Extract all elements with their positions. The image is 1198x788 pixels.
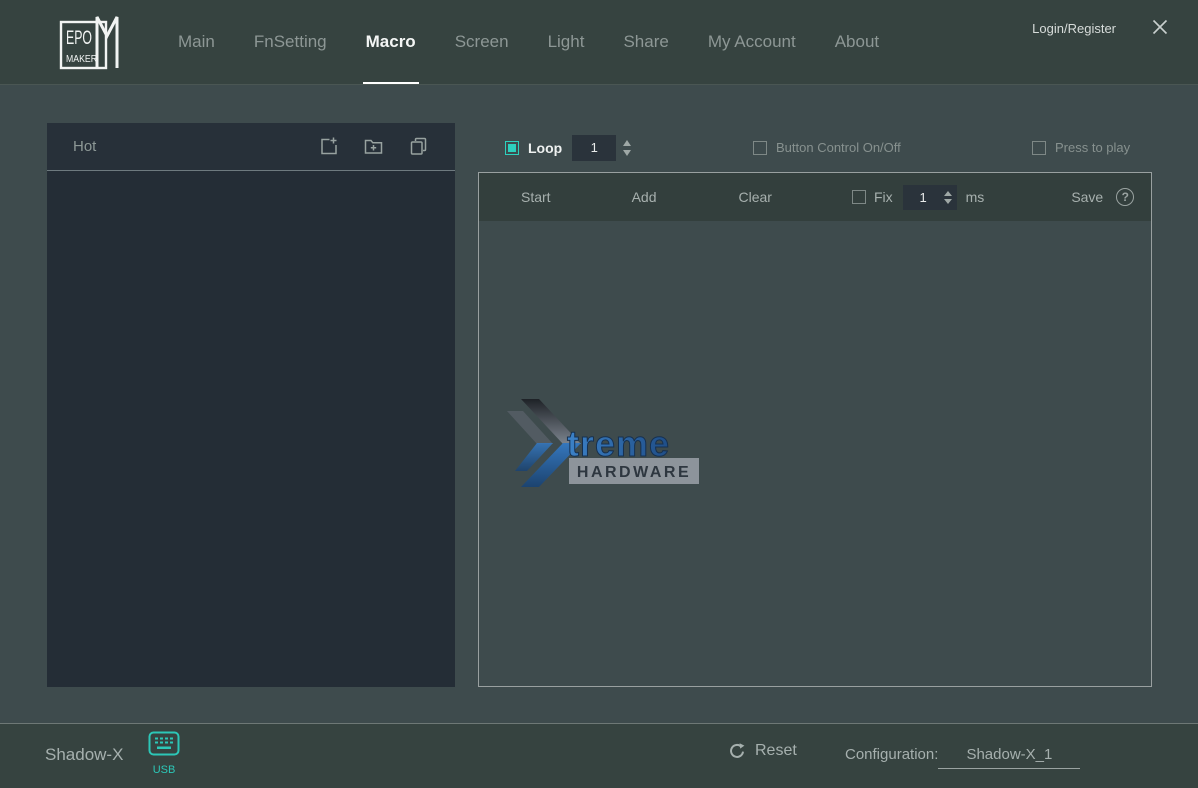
login-register-link[interactable]: Login/Register [1032,21,1116,36]
nav-tab-label: FnSetting [254,32,327,52]
loop-count-stepper[interactable] [623,140,631,156]
step-up-icon[interactable] [623,140,631,146]
macro-list-panel: Hot [47,123,455,687]
new-folder-icon [363,136,384,157]
nav-tab-light[interactable]: Light [548,0,585,84]
watermark-hardware-text: HARDWARE [577,464,691,481]
step-down-icon[interactable] [944,199,952,204]
watermark-x-parallel-arm [507,411,553,444]
close-icon [1151,18,1169,36]
keyboard-icon [148,731,180,758]
macro-options-row: Loop 1 Button Control On/Off Press to pl… [478,123,1152,172]
logo-text-maker: MAKER [66,53,97,65]
press-to-play-checkbox[interactable] [1032,141,1046,155]
loop-label: Loop [528,140,562,156]
logo-text-epo: EPO [66,28,92,49]
nav-tab-label: Share [623,32,668,52]
fix-delay-label: Fix [874,189,893,205]
press-to-play-label: Press to play [1055,140,1130,155]
usb-label: USB [147,764,181,776]
nav-tab-label: Main [178,32,215,52]
new-macro-button[interactable] [318,136,339,157]
nav-tab-label: Screen [455,32,509,52]
watermark-hardware-box [569,458,699,484]
reset-icon [728,742,746,760]
watermark-x-lower-parallel [515,443,553,471]
nav-tab-macro[interactable]: Macro [366,0,416,84]
step-down-icon[interactable] [623,150,631,156]
top-navbar: EPO MAKER Main FnSetting Macro Screen Li… [0,0,1198,85]
device-name: Shadow-X [45,745,123,765]
usb-connection-indicator[interactable]: USB [147,731,181,776]
configuration-name-input[interactable]: Shadow-X_1 [938,746,1080,769]
configuration-setting: Configuration: Shadow-X_1 [845,746,1080,769]
navbar-right-controls: Login/Register [1032,18,1170,38]
main-nav: Main FnSetting Macro Screen Light Share … [178,0,879,84]
new-folder-button[interactable] [363,136,384,157]
loop-checkbox[interactable] [505,141,519,155]
fix-delay-stepper[interactable] [944,191,952,204]
loop-count-input[interactable]: 1 [572,135,616,161]
nav-tab-share[interactable]: Share [623,0,668,84]
save-macro-button[interactable]: Save [1071,189,1103,205]
fix-delay-value: 1 [903,190,944,205]
watermark-x-upper-arm [521,399,581,444]
press-to-play-setting: Press to play [1032,123,1130,172]
copy-macro-button[interactable] [408,136,429,157]
fix-delay-setting: Fix 1 ms [852,185,984,210]
reset-label: Reset [755,742,797,760]
loop-setting: Loop 1 [505,123,631,172]
macro-action-list[interactable]: treme HARDWARE [479,221,1151,686]
button-control-setting: Button Control On/Off [753,123,901,172]
xtreme-hardware-watermark: treme HARDWARE [505,399,705,489]
help-icon[interactable]: ? [1116,188,1134,206]
fix-delay-unit: ms [966,189,985,205]
nav-tab-label: Light [548,32,585,52]
clear-actions-button[interactable]: Clear [739,189,772,205]
add-action-button[interactable]: Add [632,189,657,205]
epomaker-logo-icon: EPO MAKER [58,13,122,71]
macro-group-title: Hot [73,138,96,155]
step-up-icon[interactable] [944,191,952,196]
nav-tab-about[interactable]: About [835,0,879,84]
button-control-label: Button Control On/Off [776,140,901,155]
macro-list-actions [318,136,429,157]
nav-tab-label: Macro [366,32,416,52]
fix-delay-input[interactable]: 1 [903,185,957,210]
new-macro-icon [318,136,339,157]
copy-macro-icon [408,136,429,157]
fix-delay-checkbox[interactable] [852,190,866,204]
watermark-x-lower-arm [521,443,581,487]
configuration-label: Configuration: [845,746,938,763]
epomaker-logo: EPO MAKER [58,13,122,71]
nav-tab-label: About [835,32,879,52]
macro-editor-toolbar: Start Add Clear Fix 1 ms Save ? [479,173,1151,221]
nav-tab-screen[interactable]: Screen [455,0,509,84]
macro-list-header: Hot [47,123,455,171]
button-control-checkbox[interactable] [753,141,767,155]
nav-tab-main[interactable]: Main [178,0,215,84]
nav-tab-fnsetting[interactable]: FnSetting [254,0,327,84]
nav-tab-label: My Account [708,32,796,52]
start-record-button[interactable]: Start [521,189,551,205]
status-bar: Shadow-X USB Reset Configu [0,723,1198,788]
watermark-treme-text: treme [567,423,670,464]
reset-button[interactable]: Reset [728,742,797,760]
nav-tab-my-account[interactable]: My Account [708,0,796,84]
macro-editor-panel: Start Add Clear Fix 1 ms Save ? [478,172,1152,687]
close-window-button[interactable] [1150,18,1170,38]
